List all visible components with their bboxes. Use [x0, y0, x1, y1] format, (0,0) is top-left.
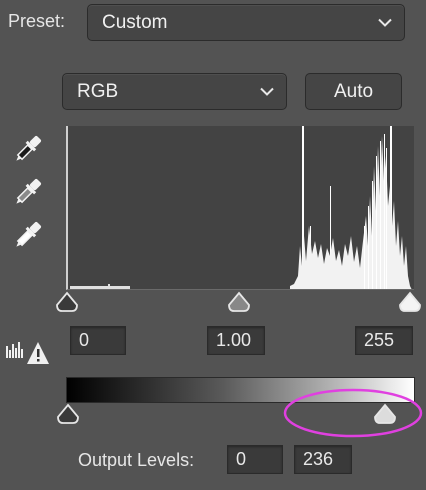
histogram: [66, 126, 414, 290]
chevron-down-icon: [378, 18, 392, 27]
chevron-down-icon: [260, 87, 274, 96]
output-black-slider-handle[interactable]: [56, 403, 80, 425]
gray-point-eyedropper-icon[interactable]: [10, 178, 44, 208]
histogram-plot: [70, 126, 412, 289]
highlight-circle: [283, 388, 423, 438]
output-black-level-value: 0: [236, 449, 247, 469]
input-black-slider-handle[interactable]: [55, 291, 79, 313]
auto-button-label: Auto: [333, 80, 374, 102]
input-gamma-value: 1.00: [216, 330, 252, 350]
preset-label: Preset:: [8, 11, 66, 31]
preset-dropdown[interactable]: Custom: [87, 4, 405, 41]
input-white-slider-handle[interactable]: [398, 291, 422, 313]
black-point-eyedropper-icon[interactable]: [10, 135, 44, 165]
input-gamma-field[interactable]: 1.00: [207, 326, 265, 355]
histogram-clipping-warning-icon[interactable]: [5, 340, 49, 366]
output-levels-label: Output Levels:: [78, 450, 195, 470]
output-black-level-field[interactable]: 0: [227, 445, 283, 474]
input-white-level-value: 255: [364, 330, 395, 350]
input-black-level-value: 0: [79, 330, 90, 350]
auto-button[interactable]: Auto: [305, 73, 402, 110]
input-black-level-field[interactable]: 0: [70, 326, 126, 355]
output-white-level-field[interactable]: 236: [294, 445, 352, 474]
input-gamma-slider-handle[interactable]: [227, 291, 251, 313]
output-white-level-value: 236: [303, 449, 334, 469]
input-white-level-field[interactable]: 255: [355, 326, 413, 355]
channel-dropdown[interactable]: RGB: [62, 73, 287, 110]
white-point-eyedropper-icon[interactable]: [10, 221, 44, 251]
channel-value: RGB: [77, 80, 119, 102]
preset-value: Custom: [102, 11, 168, 33]
